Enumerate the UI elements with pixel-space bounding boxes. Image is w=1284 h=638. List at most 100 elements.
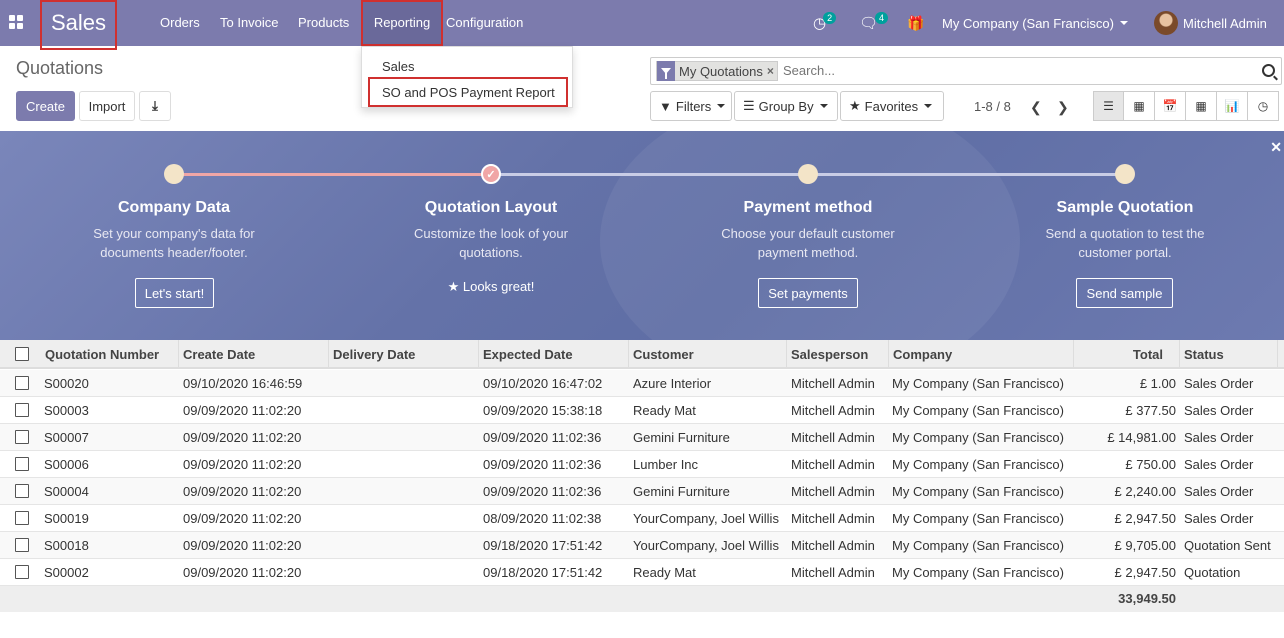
menu-reporting[interactable]: Reporting (361, 0, 443, 46)
step-check-icon[interactable]: ✓ (481, 164, 501, 184)
column-create-date[interactable]: Create Date (179, 340, 329, 369)
company-switcher[interactable]: My Company (San Francisco) (942, 0, 1128, 46)
step-description: Send a quotation to test the customer po… (1045, 226, 1205, 260)
top-navbar: Sales Orders To Invoice Products Reporti… (0, 0, 1284, 50)
step-description: Customize the look of your quotations. (414, 226, 568, 260)
row-checkbox[interactable] (15, 511, 29, 525)
search-icon[interactable] (1262, 64, 1275, 77)
favorites-button[interactable]: ★ Favorites (840, 91, 944, 121)
column-company[interactable]: Company (889, 340, 1074, 369)
table-row[interactable]: S00006 09/09/2020 11:02:20 09/09/2020 11:0… (0, 451, 1284, 478)
apps-menu-icon[interactable] (8, 14, 24, 30)
gift-button[interactable]: 🎁 (907, 0, 924, 46)
set-payments-button[interactable]: Set payments (758, 278, 858, 308)
download-icon: ⤓ (152, 98, 158, 113)
calendar-view-icon[interactable]: 📅 (1155, 91, 1186, 121)
table-header: Quotation Number Create Date Delivery Da… (0, 340, 1284, 369)
favorites-label: Favorites (864, 98, 919, 114)
cell-company: My Company (San Francisco) (892, 511, 1064, 526)
step-description: Choose your default customer payment met… (721, 226, 895, 260)
table-row[interactable]: S00004 09/09/2020 11:02:20 09/09/2020 11:0… (0, 478, 1284, 505)
cell-customer: YourCompany, Joel Willis (633, 538, 779, 553)
step-dot-sample[interactable] (1115, 164, 1135, 184)
dropdown-item-sales[interactable]: Sales (382, 59, 415, 74)
remove-facet-icon[interactable]: × (767, 64, 777, 78)
messages-button[interactable]: 🗨 4 (859, 0, 889, 46)
cell-customer: Gemini Furniture (633, 430, 730, 445)
cell-company: My Company (San Francisco) (892, 457, 1064, 472)
menu-orders[interactable]: Orders (160, 0, 200, 46)
graph-view-icon[interactable]: 📊 (1217, 91, 1248, 121)
pivot-view-icon[interactable]: ▦ (1186, 91, 1217, 121)
cell-status: Sales Order (1184, 376, 1254, 391)
cell-quotation-number: S00019 (44, 511, 89, 526)
pager-next-icon[interactable]: ❯ (1057, 99, 1069, 116)
progress-done (174, 173, 491, 176)
menu-products[interactable]: Products (298, 0, 349, 46)
user-menu[interactable]: Mitchell Admin (1154, 0, 1267, 46)
column-customer[interactable]: Customer (629, 340, 787, 369)
step-dot-payment[interactable] (798, 164, 818, 184)
import-button[interactable]: Import (79, 91, 135, 121)
row-checkbox[interactable] (15, 565, 29, 579)
filters-button[interactable]: ▼ Filters (650, 91, 732, 121)
pager-previous-icon[interactable]: ❮ (1030, 99, 1042, 116)
pager-value[interactable]: 1-8 / 8 (974, 99, 1011, 114)
table-row[interactable]: S00019 09/09/2020 11:02:20 08/09/2020 11:0… (0, 505, 1284, 532)
cell-status: Quotation Sent (1184, 538, 1271, 553)
table-row[interactable]: S00018 09/09/2020 11:02:20 09/18/2020 17:5… (0, 532, 1284, 559)
cell-expected-date: 09/10/2020 16:47:02 (483, 376, 603, 391)
select-all-checkbox[interactable] (15, 347, 29, 361)
cell-customer: Gemini Furniture (633, 484, 730, 499)
close-icon[interactable]: ✕ (1270, 139, 1282, 156)
table-row[interactable]: S00002 09/09/2020 11:02:20 09/18/2020 17:5… (0, 559, 1284, 586)
send-sample-button[interactable]: Send sample (1076, 278, 1173, 308)
row-checkbox[interactable] (15, 430, 29, 444)
search-box: My Quotations × (650, 57, 1282, 85)
row-checkbox[interactable] (15, 538, 29, 552)
lets-start-button[interactable]: Let's start! (135, 278, 214, 308)
step-dot-company-data[interactable] (164, 164, 184, 184)
table-row[interactable]: S00003 09/09/2020 11:02:20 09/09/2020 15:3… (0, 397, 1284, 424)
column-salesperson[interactable]: Salesperson (787, 340, 889, 369)
bars-icon: ☰ (743, 98, 755, 113)
activity-view-icon[interactable]: ◷ (1248, 91, 1279, 121)
app-brand[interactable]: Sales (40, 0, 117, 50)
row-checkbox[interactable] (15, 376, 29, 390)
cell-total: £ 2,947.50 (1114, 511, 1176, 526)
cell-salesperson: Mitchell Admin (791, 457, 875, 472)
cell-total: £ 9,705.00 (1114, 538, 1176, 553)
cell-quotation-number: S00003 (44, 403, 89, 418)
download-button[interactable]: ⤓ (139, 91, 171, 121)
menu-configuration[interactable]: Configuration (446, 0, 523, 46)
column-status[interactable]: Status (1180, 340, 1278, 369)
column-expected-date[interactable]: Expected Date (479, 340, 629, 369)
table-row[interactable]: S00007 09/09/2020 11:02:20 09/09/2020 11:0… (0, 424, 1284, 451)
list-view-icon[interactable]: ☰ (1093, 91, 1124, 121)
row-checkbox[interactable] (15, 403, 29, 417)
caret-down-icon (717, 104, 726, 108)
row-checkbox[interactable] (15, 484, 29, 498)
cell-total: £ 14,981.00 (1107, 430, 1176, 445)
row-checkbox[interactable] (15, 457, 29, 471)
caret-down-icon (1119, 21, 1128, 25)
looks-great-label: Looks great! (462, 279, 535, 294)
table-row[interactable]: S00020 09/10/2020 16:46:59 09/10/2020 16:4… (0, 370, 1284, 397)
search-input[interactable] (783, 63, 1253, 78)
column-total[interactable]: Total (1074, 340, 1180, 369)
cell-quotation-number: S00020 (44, 376, 89, 391)
search-facet: My Quotations × (656, 61, 778, 81)
cell-expected-date: 09/18/2020 17:51:42 (483, 565, 603, 580)
cell-salesperson: Mitchell Admin (791, 565, 875, 580)
activity-button[interactable]: ◷ 2 (813, 0, 837, 46)
cell-company: My Company (San Francisco) (892, 403, 1064, 418)
activity-badge: 2 (823, 12, 837, 24)
menu-to-invoice[interactable]: To Invoice (220, 0, 279, 46)
column-delivery-date[interactable]: Delivery Date (329, 340, 479, 369)
dropdown-item-payment-report[interactable]: SO and POS Payment Report (368, 77, 568, 107)
column-quotation-number[interactable]: Quotation Number (41, 340, 179, 369)
group-by-button[interactable]: ☰ Group By (734, 91, 838, 121)
funnel-icon: ▼ (659, 98, 672, 114)
kanban-view-icon[interactable]: ▦ (1124, 91, 1155, 121)
create-button[interactable]: Create (16, 91, 75, 121)
